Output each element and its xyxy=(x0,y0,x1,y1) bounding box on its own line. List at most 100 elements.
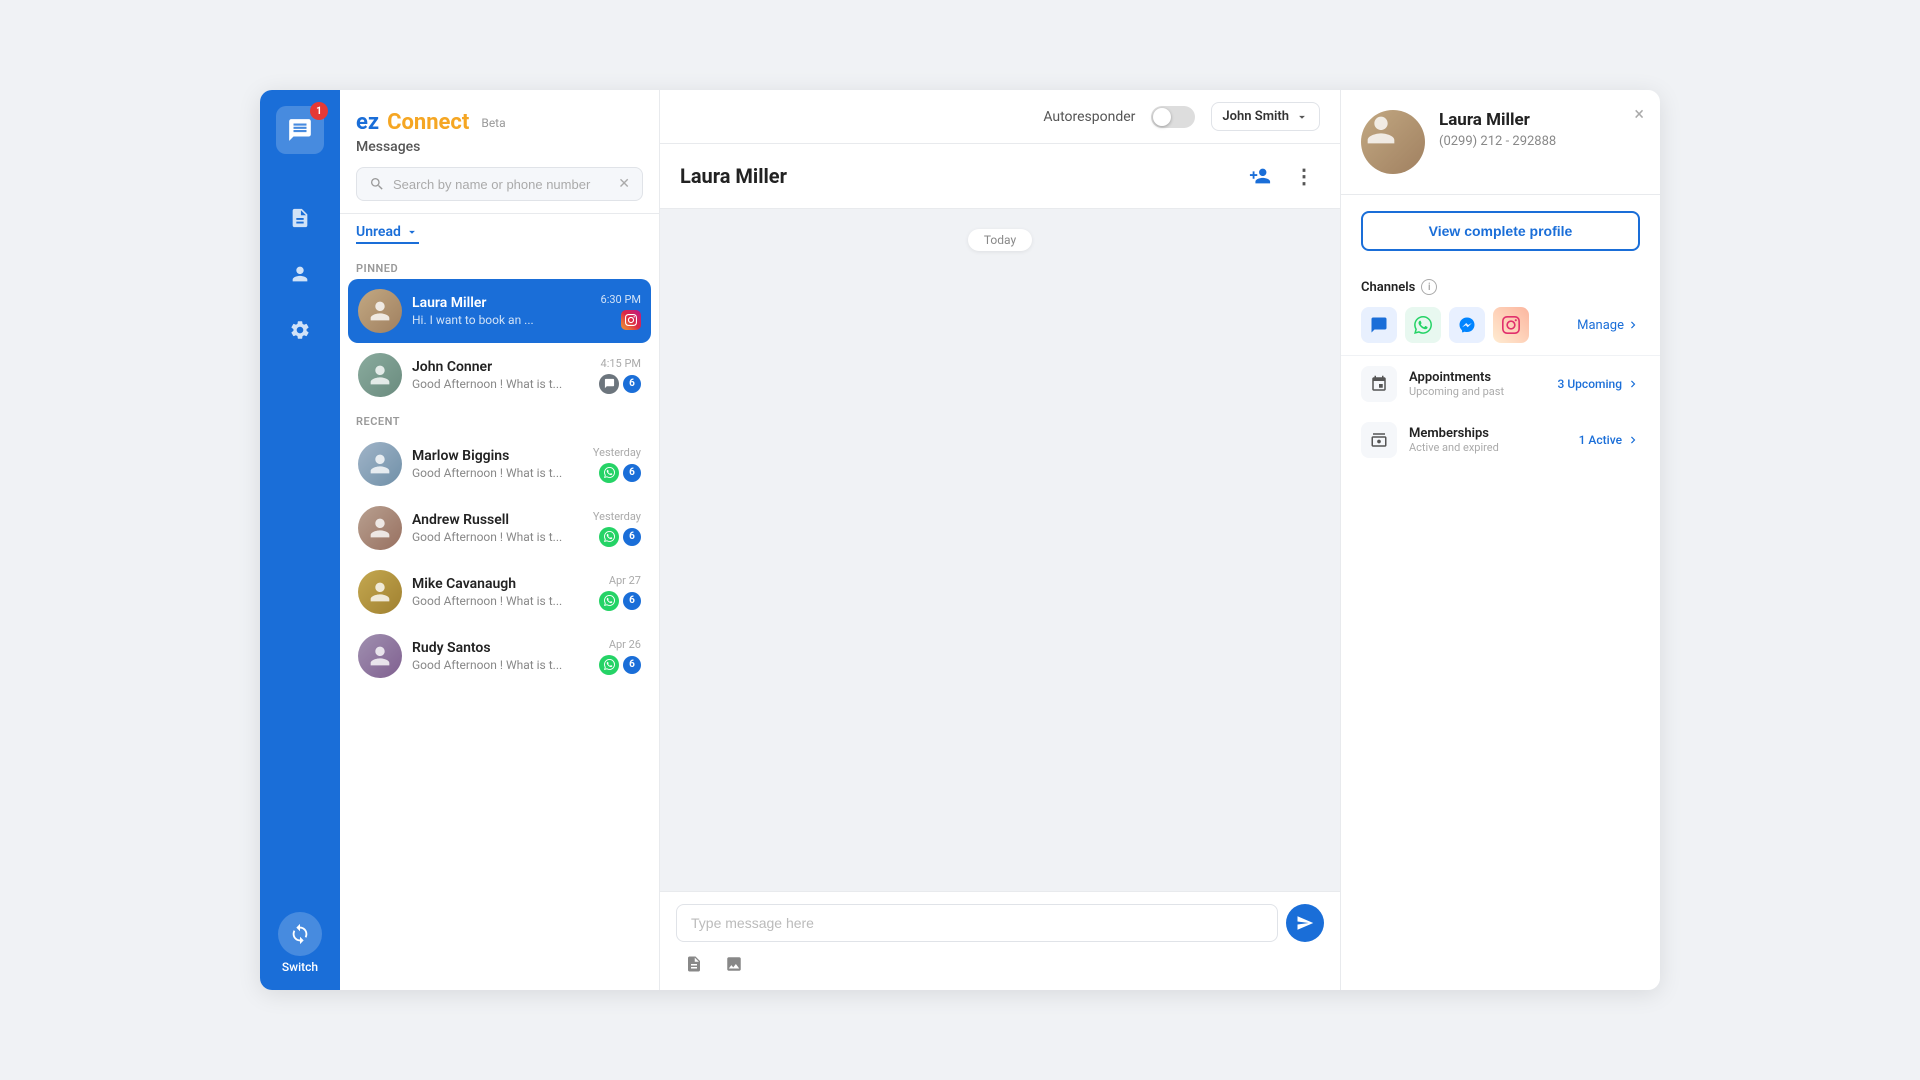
view-profile-button[interactable]: View complete profile xyxy=(1361,211,1640,251)
contact-item[interactable]: Laura Miller Hi. I want to book an ... 6… xyxy=(348,279,651,343)
user-menu[interactable]: John Smith xyxy=(1211,102,1320,131)
contact-info: Marlow Biggins Good Afternoon ! What is … xyxy=(412,448,583,480)
channels-section: Channels i xyxy=(1341,267,1660,356)
instagram-channel-icon xyxy=(621,310,641,330)
image-button[interactable] xyxy=(720,950,748,978)
contact-badges xyxy=(621,310,641,330)
autoresponder-label: Autoresponder xyxy=(1043,109,1135,125)
recent-section-label: RECENT xyxy=(348,407,651,432)
appointments-row[interactable]: Appointments Upcoming and past 3 Upcomin… xyxy=(1341,356,1660,412)
autoresponder-toggle[interactable] xyxy=(1151,106,1195,128)
contact-meta: Apr 26 6 xyxy=(599,638,641,675)
message-input-row xyxy=(676,904,1324,942)
more-options-button[interactable]: ⋮ xyxy=(1288,160,1320,192)
appointments-badge: 3 Upcoming xyxy=(1558,377,1640,391)
contact-item[interactable]: Mike Cavanaugh Good Afternoon ! What is … xyxy=(348,560,651,624)
contact-item[interactable]: Andrew Russell Good Afternoon ! What is … xyxy=(348,496,651,560)
notes-icon xyxy=(289,207,311,229)
contact-meta: 4:15 PM 6 xyxy=(599,357,641,394)
avatar xyxy=(358,289,402,333)
contact-item[interactable]: Rudy Santos Good Afternoon ! What is t..… xyxy=(348,624,651,688)
contact-item[interactable]: John Conner Good Afternoon ! What is t..… xyxy=(348,343,651,407)
avatar xyxy=(358,353,402,397)
contact-meta: Yesterday 6 xyxy=(593,510,641,547)
send-button[interactable] xyxy=(1286,904,1324,942)
nav-logo: 1 xyxy=(276,106,324,170)
person-add-icon xyxy=(1249,165,1271,187)
manage-channels-button[interactable]: Manage xyxy=(1577,318,1640,333)
instagram-channel-button[interactable] xyxy=(1493,307,1529,343)
profile-avatar xyxy=(1361,110,1425,174)
contact-preview: Good Afternoon ! What is t... xyxy=(412,530,583,544)
memberships-row[interactable]: Memberships Active and expired 1 Active xyxy=(1341,412,1660,468)
contact-badges: 6 xyxy=(599,655,641,675)
sidebar-item-notes[interactable] xyxy=(276,194,324,242)
contact-item[interactable]: Marlow Biggins Good Afternoon ! What is … xyxy=(348,432,651,496)
close-panel-button[interactable]: × xyxy=(1634,106,1644,124)
image-icon xyxy=(725,955,743,973)
search-clear-icon[interactable]: ✕ xyxy=(618,176,630,192)
memberships-sub: Active and expired xyxy=(1409,441,1567,454)
contact-time: Yesterday xyxy=(593,510,641,523)
filter-unread-button[interactable]: Unread xyxy=(356,224,419,244)
contact-name: Andrew Russell xyxy=(412,512,583,528)
title-connect: Connect xyxy=(387,110,469,135)
contact-preview: Good Afternoon ! What is t... xyxy=(412,658,589,672)
contact-preview: Hi. I want to book an ... xyxy=(412,313,591,327)
pinned-section-label: PINNED xyxy=(348,254,651,279)
contact-preview: Good Afternoon ! What is t... xyxy=(412,466,583,480)
contacts-list: PINNED Laura Miller Hi. I want to book a… xyxy=(340,254,659,990)
chat-header: Laura Miller ⋮ xyxy=(660,144,1340,209)
title-beta: Beta xyxy=(481,116,505,130)
contact-preview: Good Afternoon ! What is t... xyxy=(412,594,589,608)
appointments-title: Appointments xyxy=(1409,370,1546,385)
sms-channel-button[interactable] xyxy=(1361,307,1397,343)
messages-label: Messages xyxy=(356,139,643,155)
right-panel: Laura Miller (0299) 212 - 292888 × View … xyxy=(1340,90,1660,990)
memberships-icon-box xyxy=(1361,422,1397,458)
sidebar-item-settings[interactable] xyxy=(276,306,324,354)
attachment-button[interactable] xyxy=(680,950,708,978)
sidebar-nav: 1 Switch xyxy=(260,90,340,990)
notification-badge: 1 xyxy=(310,102,328,120)
contact-time: 4:15 PM xyxy=(601,357,641,370)
instagram-bubble-icon xyxy=(1502,316,1520,334)
chat-icon xyxy=(287,117,313,143)
unread-count: 6 xyxy=(623,656,641,674)
messenger-bubble-icon xyxy=(1458,316,1476,334)
avatar xyxy=(358,634,402,678)
search-icon xyxy=(369,176,385,192)
avatar xyxy=(358,506,402,550)
messages-nav-icon[interactable]: 1 xyxy=(276,106,324,154)
chat-header-actions: ⋮ xyxy=(1244,160,1320,192)
switch-button[interactable]: Switch xyxy=(278,912,322,974)
contact-info: Mike Cavanaugh Good Afternoon ! What is … xyxy=(412,576,589,608)
channels-info-icon: i xyxy=(1421,279,1437,295)
add-contact-button[interactable] xyxy=(1244,160,1276,192)
message-input[interactable] xyxy=(676,904,1278,942)
sidebar-item-contacts[interactable] xyxy=(276,250,324,298)
contact-name: Laura Miller xyxy=(412,295,591,311)
whatsapp-channel-button[interactable] xyxy=(1405,307,1441,343)
memberships-title: Memberships xyxy=(1409,426,1567,441)
contact-name: Rudy Santos xyxy=(412,640,589,656)
profile-info: Laura Miller (0299) 212 - 292888 xyxy=(1439,110,1640,149)
date-badge: Today xyxy=(968,229,1032,251)
contact-meta: Yesterday 6 xyxy=(593,446,641,483)
unread-count: 6 xyxy=(623,528,641,546)
app-title: ezConnect Beta xyxy=(356,110,643,135)
appointments-icon-box xyxy=(1361,366,1397,402)
chat-footer xyxy=(660,891,1340,990)
search-input[interactable] xyxy=(393,177,610,192)
contact-name: Mike Cavanaugh xyxy=(412,576,589,592)
send-icon xyxy=(1296,914,1314,932)
profile-header: Laura Miller (0299) 212 - 292888 × xyxy=(1341,90,1660,195)
contact-badges: 6 xyxy=(599,374,641,394)
messenger-channel-button[interactable] xyxy=(1449,307,1485,343)
search-bar: ✕ xyxy=(356,167,643,201)
contact-time: Apr 27 xyxy=(609,574,641,587)
avatar xyxy=(358,442,402,486)
filter-bar: Unread xyxy=(340,214,659,254)
switch-icon xyxy=(289,923,311,945)
profile-name: Laura Miller xyxy=(1439,110,1640,130)
